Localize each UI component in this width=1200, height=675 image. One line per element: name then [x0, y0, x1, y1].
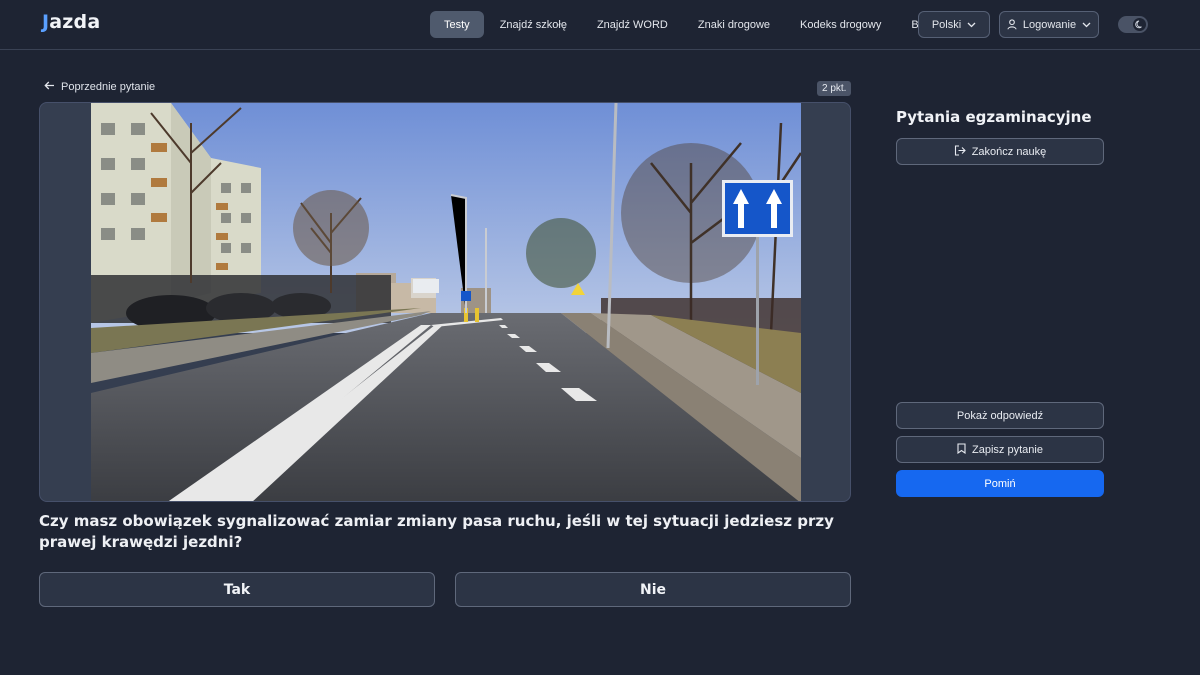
skip-label: Pomiń: [984, 477, 1016, 490]
question-text: Czy masz obowiązek sygnalizować zamiar z…: [39, 512, 834, 551]
language-label: Polski: [931, 18, 962, 31]
nav-znajdz-szkole[interactable]: Znajdź szkołę: [486, 11, 581, 38]
chevron-down-icon: [967, 22, 976, 28]
theme-toggle[interactable]: [1118, 16, 1148, 33]
show-answer-button[interactable]: Pokaż odpowiedź: [896, 402, 1104, 429]
nav-znajdz-word[interactable]: Znajdź WORD: [583, 11, 682, 38]
jazda-logo[interactable]: Jazda: [42, 11, 100, 33]
end-learning-button[interactable]: Zakończ naukę: [896, 138, 1104, 165]
top-navigation-bar: Jazda Testy Znajdź szkołę Znajdź WORD Zn…: [0, 0, 1200, 50]
login-label: Logowanie: [1022, 18, 1077, 31]
language-select[interactable]: Polski: [918, 11, 990, 38]
user-icon: [1007, 19, 1017, 30]
moon-icon: [1133, 18, 1146, 31]
show-answer-label: Pokaż odpowiedź: [956, 409, 1044, 422]
answer-tak-button[interactable]: Tak: [39, 572, 435, 607]
arrow-left-icon: [44, 81, 55, 93]
end-learning-label: Zakończ naukę: [971, 145, 1047, 158]
nav-znaki-drogowe[interactable]: Znaki drogowe: [684, 11, 784, 38]
bookmark-icon: [957, 442, 966, 457]
points-badge: 2 pkt.: [817, 81, 852, 96]
exit-icon: [954, 144, 966, 159]
login-button[interactable]: Logowanie: [999, 11, 1099, 38]
chevron-down-icon: [1082, 22, 1091, 28]
main-nav: Testy Znajdź szkołę Znajdź WORD Znaki dr…: [430, 11, 947, 38]
previous-question-link[interactable]: Poprzednie pytanie: [44, 81, 155, 93]
previous-question-label: Poprzednie pytanie: [61, 81, 156, 93]
sidebar-title: Pytania egzaminacyjne: [896, 108, 1092, 126]
save-question-button[interactable]: Zapisz pytanie: [896, 436, 1104, 463]
logo-text: azda: [49, 11, 101, 33]
skip-button[interactable]: Pomiń: [896, 470, 1104, 497]
answer-nie-button[interactable]: Nie: [455, 572, 851, 607]
nav-kodeks-drogowy[interactable]: Kodeks drogowy: [786, 11, 895, 38]
save-question-label: Zapisz pytanie: [972, 443, 1043, 456]
nav-testy[interactable]: Testy: [430, 11, 484, 38]
question-image-frame: [39, 102, 851, 502]
road-scene-image: [91, 103, 801, 501]
